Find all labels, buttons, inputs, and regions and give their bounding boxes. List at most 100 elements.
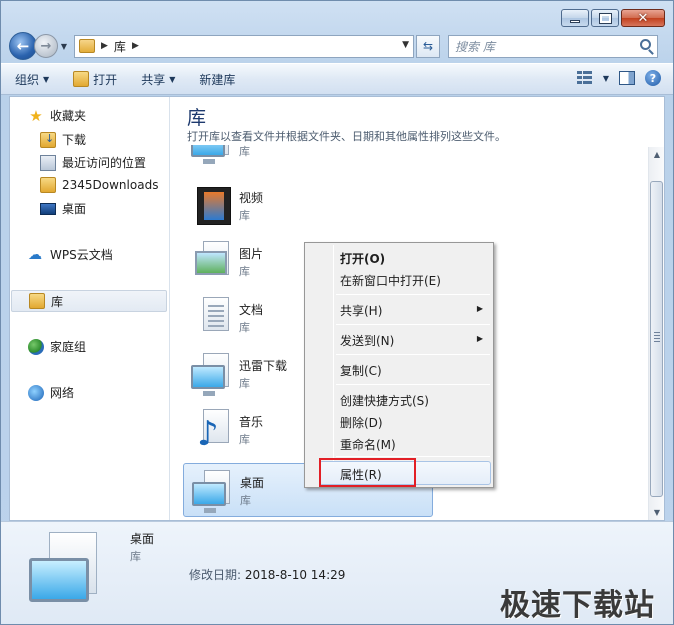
pictures-library-icon bbox=[189, 239, 233, 283]
list-item[interactable]: 视频 库 bbox=[183, 179, 433, 233]
libraries-icon bbox=[79, 39, 95, 53]
maximize-button[interactable] bbox=[591, 9, 619, 27]
new-library-button[interactable]: 新建库 bbox=[199, 71, 235, 88]
minimize-button[interactable] bbox=[561, 9, 589, 27]
menu-item-send-to[interactable]: 发送到(N) bbox=[340, 332, 394, 349]
homegroup-icon bbox=[28, 338, 44, 355]
new-library-label: 新建库 bbox=[199, 72, 236, 87]
maximize-icon bbox=[598, 12, 612, 24]
nav-desktop-label: 桌面 bbox=[62, 202, 87, 216]
scroll-down-icon[interactable]: ▼ bbox=[649, 505, 664, 520]
back-arrow-icon: ← bbox=[16, 37, 30, 55]
share-button[interactable]: 共享 ▼ bbox=[141, 71, 175, 88]
scroll-thumb[interactable] bbox=[650, 181, 663, 497]
page-description: 打开库以查看文件并根据文件夹、日期和其他属性排列这些文件。 bbox=[187, 130, 506, 143]
organize-button[interactable]: 组织 ▼ bbox=[15, 71, 49, 88]
close-icon: ✕ bbox=[637, 10, 649, 26]
scroll-up-icon[interactable]: ▲ bbox=[649, 147, 664, 163]
view-options-chevron-icon[interactable]: ▼ bbox=[603, 74, 609, 83]
export-library-icon bbox=[189, 145, 233, 164]
breadcrumb-libraries[interactable]: 库 bbox=[114, 38, 126, 55]
menu-item-copy[interactable]: 复制(C) bbox=[340, 362, 382, 379]
help-icon[interactable]: ? bbox=[645, 70, 661, 86]
item-name: 图片 bbox=[239, 247, 264, 261]
search-icon[interactable] bbox=[640, 38, 651, 50]
back-button[interactable]: ← bbox=[9, 32, 37, 60]
nav-downloads[interactable]: 下载 bbox=[40, 131, 86, 148]
menu-separator bbox=[336, 324, 490, 325]
forward-button[interactable]: → bbox=[34, 34, 58, 58]
preview-pane-icon[interactable] bbox=[619, 71, 635, 85]
menu-item-create-shortcut[interactable]: 创建快捷方式(S) bbox=[340, 392, 429, 409]
nav-homegroup[interactable]: 家庭组 bbox=[28, 338, 86, 355]
menu-item-share[interactable]: 共享(H) bbox=[340, 302, 382, 319]
open-button[interactable]: 打开 bbox=[73, 71, 117, 88]
navigation-pane: ★ 收藏夹 下载 最近访问的位置 2345Downloads 桌面 ☁ WP bbox=[10, 97, 170, 520]
address-dropdown-icon[interactable]: ▼ bbox=[402, 40, 409, 50]
date-value: 2018-8-10 14:29 bbox=[244, 568, 346, 582]
menu-item-open-new-window[interactable]: 在新窗口中打开(E) bbox=[340, 272, 441, 289]
menu-item-open[interactable]: 打开(O) bbox=[340, 250, 385, 267]
item-type: 库 bbox=[239, 377, 250, 390]
minimize-icon bbox=[570, 19, 580, 23]
nav-downloads-label: 下载 bbox=[62, 133, 87, 147]
highlight-annotation-box bbox=[319, 458, 416, 487]
item-type: 库 bbox=[239, 265, 250, 278]
recent-pages-dropdown[interactable]: ▼ bbox=[58, 42, 70, 51]
nav-favorites-label: 收藏夹 bbox=[50, 109, 87, 123]
menu-item-rename[interactable]: 重命名(M) bbox=[340, 436, 396, 453]
desktop-library-icon bbox=[190, 468, 234, 513]
close-button[interactable]: ✕ bbox=[621, 9, 665, 27]
details-type: 库 bbox=[130, 550, 141, 563]
share-label: 共享 bbox=[141, 72, 166, 87]
breadcrumb-separator-icon[interactable]: ▶ bbox=[101, 41, 108, 51]
menu-separator bbox=[336, 384, 490, 385]
nav-network[interactable]: 网络 bbox=[28, 384, 74, 401]
folder-icon bbox=[40, 177, 56, 193]
address-bar[interactable]: ▶ 库 ▶ ▼ bbox=[74, 34, 414, 58]
details-name: 桌面 bbox=[130, 532, 155, 546]
navigation-bar: ← → ▼ ▶ 库 ▶ ▼ ⇆ 搜索 库 bbox=[9, 31, 665, 61]
date-label: 修改日期: bbox=[189, 568, 242, 582]
nav-wps-cloud[interactable]: ☁ WPS云文档 bbox=[28, 246, 113, 263]
watermark: 极速下载站 bbox=[500, 588, 655, 623]
menu-separator bbox=[336, 456, 490, 457]
nav-desktop[interactable]: 桌面 bbox=[40, 200, 86, 217]
breadcrumb-separator-icon[interactable]: ▶ bbox=[132, 41, 139, 51]
music-library-icon: ♪ bbox=[189, 407, 233, 451]
toolbar-right: ▼ ? bbox=[576, 70, 661, 86]
menu-item-delete[interactable]: 删除(D) bbox=[340, 414, 383, 431]
nav-favorites[interactable]: ★ 收藏夹 bbox=[28, 107, 86, 124]
menu-separator bbox=[336, 354, 490, 355]
search-placeholder: 搜索 库 bbox=[455, 39, 495, 54]
menu-separator bbox=[336, 294, 490, 295]
item-name: 音乐 bbox=[239, 415, 264, 429]
change-view-icon[interactable] bbox=[576, 71, 593, 85]
item-name: 桌面 bbox=[240, 476, 265, 490]
nav-libraries[interactable]: 库 bbox=[11, 290, 167, 312]
videos-library-icon bbox=[189, 183, 233, 227]
nav-libraries-label: 库 bbox=[51, 294, 64, 309]
libraries-icon bbox=[29, 293, 45, 309]
caption-buttons: ✕ bbox=[561, 9, 665, 27]
desktop-icon bbox=[40, 202, 56, 215]
submenu-arrow-icon: ▶ bbox=[476, 334, 483, 343]
vertical-scrollbar[interactable]: ▲ ▼ bbox=[648, 147, 664, 520]
nav-network-label: 网络 bbox=[50, 386, 75, 400]
item-type: 库 bbox=[239, 145, 250, 158]
nav-recent-places[interactable]: 最近访问的位置 bbox=[40, 154, 146, 171]
details-pane: 桌面 库 修改日期: 2018-8-10 14:29 极速下载站 bbox=[1, 521, 673, 624]
search-box[interactable]: 搜索 库 bbox=[448, 34, 658, 58]
refresh-button[interactable]: ⇆ bbox=[416, 34, 440, 58]
nav-2345downloads[interactable]: 2345Downloads bbox=[40, 177, 158, 193]
nav-recent-label: 最近访问的位置 bbox=[62, 156, 147, 170]
star-icon: ★ bbox=[29, 106, 43, 125]
item-name: 文档 bbox=[239, 303, 264, 317]
cloud-icon: ☁ bbox=[28, 246, 42, 263]
chevron-down-icon: ▼ bbox=[43, 74, 50, 84]
item-type: 库 bbox=[239, 433, 250, 446]
library-open-icon bbox=[73, 71, 90, 87]
details-modified-date: 修改日期: 2018-8-10 14:29 bbox=[189, 566, 345, 583]
list-item[interactable]: 导出 库 bbox=[183, 145, 433, 169]
explorer-window: ✕ ← → ▼ ▶ 库 ▶ ▼ ⇆ 搜索 库 组织▼ 打开 共享▼ 新建库 bbox=[0, 0, 674, 625]
